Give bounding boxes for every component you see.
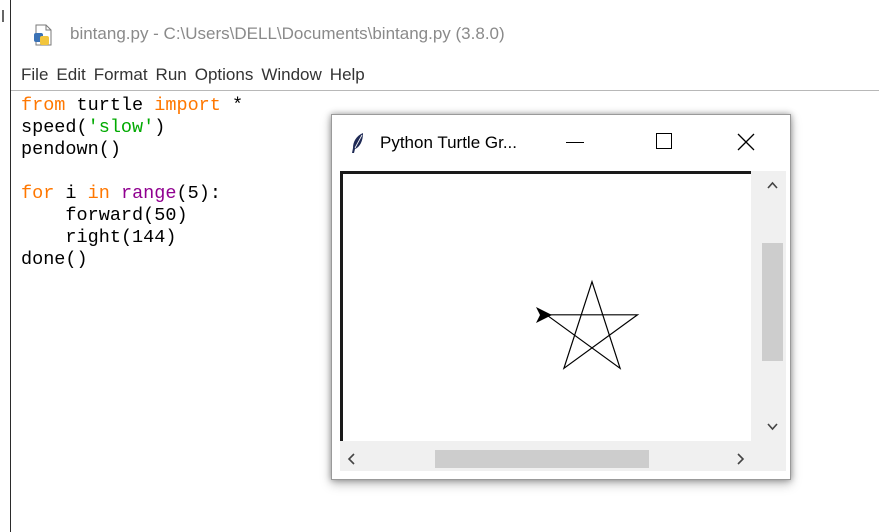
maximize-icon[interactable] bbox=[656, 133, 672, 149]
menu-format[interactable]: Format bbox=[94, 65, 148, 85]
code-text: from turtle import * speed('slow') pendown… bbox=[21, 95, 243, 271]
close-icon[interactable] bbox=[736, 132, 756, 152]
scroll-up-icon[interactable] bbox=[759, 175, 786, 195]
turtle-titlebar[interactable]: Python Turtle Gr... bbox=[332, 115, 790, 169]
scroll-down-icon[interactable] bbox=[759, 417, 786, 437]
feather-icon bbox=[350, 132, 366, 154]
menu-bar: File Edit Format Run Options Window Help bbox=[11, 61, 879, 89]
turtle-client-area bbox=[340, 171, 786, 471]
vertical-scroll-thumb[interactable] bbox=[762, 243, 783, 361]
background-window-edge bbox=[0, 0, 6, 532]
menu-window[interactable]: Window bbox=[261, 65, 321, 85]
python-file-icon bbox=[34, 24, 54, 46]
horizontal-scroll-thumb[interactable] bbox=[435, 450, 649, 468]
code-line: forward(50) bbox=[65, 205, 188, 226]
code-line: for i in range(5): bbox=[21, 183, 221, 204]
menu-help[interactable]: Help bbox=[330, 65, 365, 85]
idle-titlebar[interactable]: bintang.py - C:\Users\DELL\Documents\bin… bbox=[11, 0, 879, 60]
turtle-window-title: Python Turtle Gr... bbox=[380, 133, 518, 152]
scroll-right-icon[interactable] bbox=[728, 447, 752, 471]
window-title: bintang.py - C:\Users\DELL\Documents\bin… bbox=[70, 24, 505, 43]
code-line: speed('slow') bbox=[21, 117, 166, 138]
menu-options[interactable]: Options bbox=[195, 65, 254, 85]
code-line: pendown() bbox=[21, 139, 121, 160]
turtle-canvas[interactable] bbox=[340, 171, 751, 441]
menu-file[interactable]: File bbox=[21, 65, 48, 85]
scroll-left-icon[interactable] bbox=[340, 447, 364, 471]
menu-run[interactable]: Run bbox=[156, 65, 187, 85]
menu-edit[interactable]: Edit bbox=[56, 65, 85, 85]
horizontal-scrollbar[interactable] bbox=[340, 447, 751, 471]
turtle-graphics-window: Python Turtle Gr... bbox=[331, 114, 791, 480]
star-drawing bbox=[546, 279, 640, 370]
desktop: bintang.py - C:\Users\DELL\Documents\bin… bbox=[0, 0, 879, 532]
code-line: from turtle import * bbox=[21, 95, 244, 116]
vertical-scrollbar[interactable] bbox=[759, 171, 786, 441]
code-line: right(144) bbox=[65, 227, 177, 248]
turtle-cursor-icon bbox=[536, 307, 552, 323]
code-line: done() bbox=[21, 249, 88, 270]
minimize-icon[interactable] bbox=[566, 142, 584, 143]
